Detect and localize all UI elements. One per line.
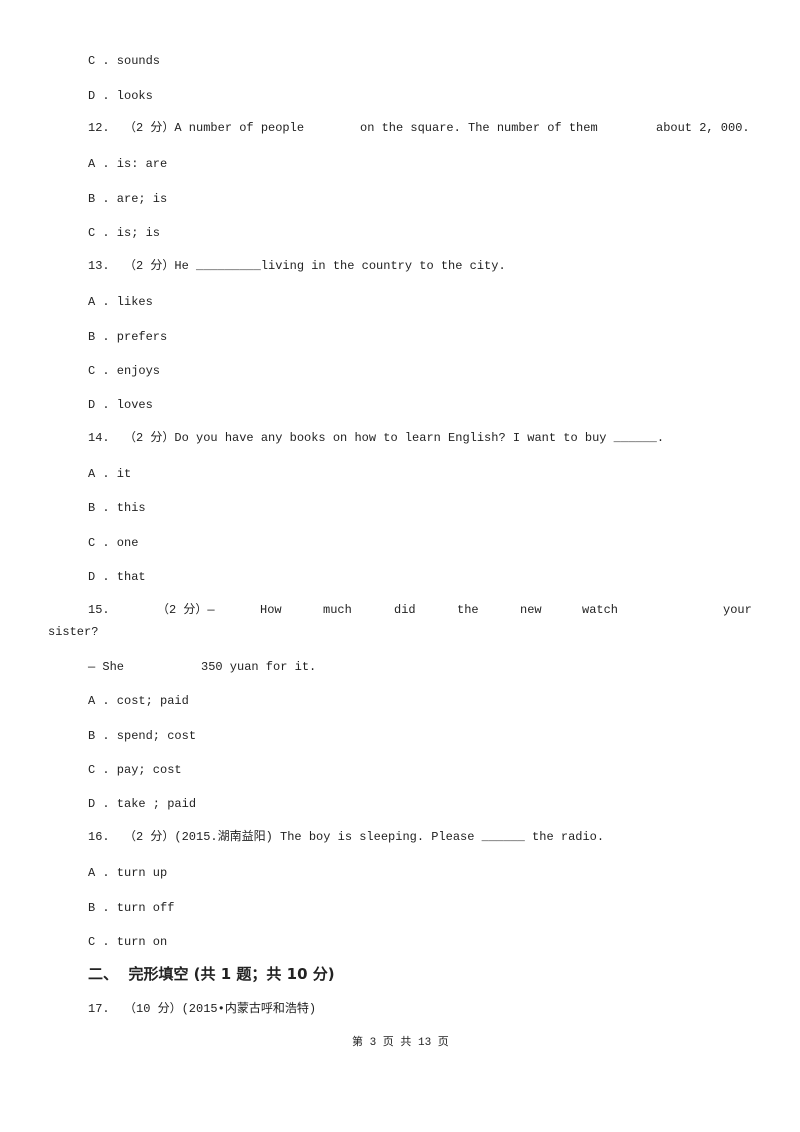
question-15-word: How <box>260 603 282 617</box>
option: A . turn up <box>88 866 168 880</box>
question-12-stem: 12. （2 分）A number of people <box>88 121 305 135</box>
question-15-reply: 350 yuan for it. <box>201 660 317 674</box>
option: D . loves <box>88 398 153 412</box>
question-16-stem: 16. （2 分）(2015.湖南益阳) The boy is sleeping… <box>88 830 605 844</box>
option: C . turn on <box>88 935 168 949</box>
document-page: C . sounds D . looks 12. （2 分）A number o… <box>0 0 800 1132</box>
section-heading: 二、 完形填空 (共 1 题；共 10 分) <box>88 965 335 983</box>
question-17-stem: 17. （10 分）(2015•内蒙古呼和浩特) <box>88 1002 317 1016</box>
question-15-word: did <box>394 603 416 617</box>
option: C . enjoys <box>88 364 161 378</box>
option: B . this <box>88 501 146 515</box>
option: D . that <box>88 570 146 584</box>
option: C . is; is <box>88 226 161 240</box>
question-13-stem: 13. （2 分）He _________living in the count… <box>88 259 506 273</box>
option: B . are; is <box>88 192 168 206</box>
option: A . cost; paid <box>88 694 189 708</box>
option: A . likes <box>88 295 153 309</box>
option: D . take ; paid <box>88 797 197 811</box>
question-15-word: your <box>723 603 752 617</box>
question-14-stem: 14. （2 分）Do you have any books on how to… <box>88 431 665 445</box>
question-12-stem: about 2, 000. <box>656 121 750 135</box>
option: C . sounds <box>88 54 161 68</box>
option: C . one <box>88 536 139 550</box>
page-footer: 第 3 页 共 13 页 <box>352 1037 449 1049</box>
option: D . looks <box>88 89 153 103</box>
question-15-word: 15. <box>88 603 110 617</box>
option: A . is: are <box>88 157 168 171</box>
question-15-word: watch <box>582 603 619 617</box>
option: B . spend; cost <box>88 729 197 743</box>
question-15-reply: — She <box>88 660 125 674</box>
option: B . prefers <box>88 330 168 344</box>
question-15-word: （2 分）— <box>157 603 215 617</box>
question-15-word: the <box>457 603 479 617</box>
option: C . pay; cost <box>88 763 182 777</box>
question-15-word: much <box>323 603 352 617</box>
question-15-word: new <box>520 603 542 617</box>
option: B . turn off <box>88 901 175 915</box>
question-12-stem: on the square. The number of them <box>360 121 598 135</box>
question-15-stem-line2: sister? <box>48 625 99 639</box>
option: A . it <box>88 467 132 481</box>
